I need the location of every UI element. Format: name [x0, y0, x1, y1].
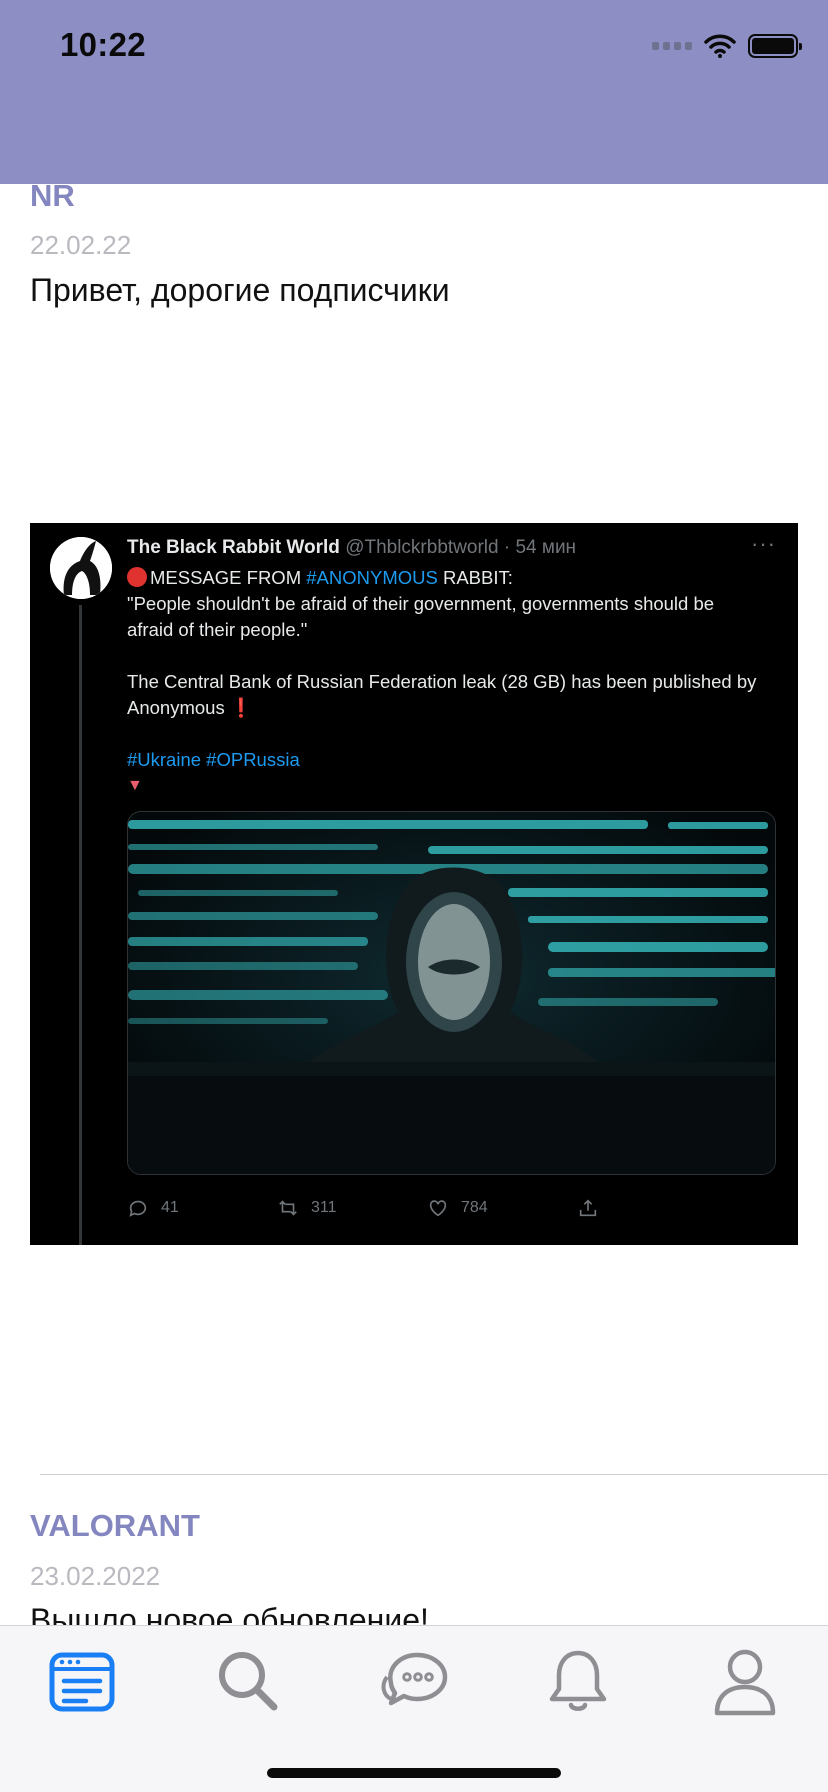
post-image[interactable]: The Black Rabbit World @Thblckrbbtworld …: [30, 523, 798, 1245]
like-action: 784: [427, 1197, 577, 1219]
like-count: 784: [461, 1199, 488, 1216]
profile-icon: [714, 1649, 776, 1716]
exclamation-icon: ❗: [229, 697, 253, 718]
home-indicator[interactable]: [267, 1768, 561, 1778]
down-triangle-icon: ▼: [127, 777, 143, 794]
wifi-icon: [704, 34, 736, 58]
reply-icon: [129, 1200, 147, 1217]
tab-bar: [0, 1625, 828, 1792]
tweet-line: The Central Bank of Russian Federation l…: [127, 671, 757, 692]
tweet-line: afraid of their people.": [127, 619, 308, 640]
retweet-count: 311: [311, 1199, 337, 1216]
tweet-line: Anonymous ❗: [127, 697, 253, 718]
share-action: [577, 1197, 727, 1219]
chat-icon: [381, 1652, 448, 1706]
share-icon: [579, 1199, 597, 1217]
tweet-body: MESSAGE FROM #ANONYMOUS RABBIT: "People …: [127, 565, 787, 799]
tab-news-feed[interactable]: [42, 1641, 122, 1721]
red-circle-icon: [127, 567, 147, 587]
status-bar: 10:22: [0, 0, 828, 184]
status-time: 10:22: [60, 26, 146, 63]
tab-notifications[interactable]: [538, 1641, 618, 1721]
app-screen: NR 22.02.22 Привет, дорогие подписчики T…: [0, 0, 828, 1792]
signal-icon: [652, 42, 692, 50]
post-author[interactable]: VALORANT: [30, 1508, 200, 1544]
tweet-actions: 41 311 784: [127, 1193, 727, 1223]
battery-icon: [748, 34, 802, 58]
retweet-icon: [279, 1200, 297, 1216]
post-divider: [40, 1474, 828, 1475]
post-date: 22.02.22: [30, 230, 132, 260]
status-icons: [652, 34, 802, 58]
tweet-handle: @Thblckrbbtworld · 54 мин: [345, 537, 577, 558]
thread-line: [79, 605, 82, 1245]
tab-search[interactable]: [208, 1641, 288, 1721]
tweet-line: "People shouldn't be afraid of their gov…: [127, 593, 715, 614]
hacker-photo: [127, 811, 776, 1175]
reply-action: 41: [127, 1197, 277, 1219]
post-text: Привет, дорогие подписчики: [30, 272, 450, 308]
news-feed[interactable]: NR 22.02.22 Привет, дорогие подписчики T…: [0, 0, 828, 1625]
bell-icon: [549, 1650, 607, 1711]
reply-count: 41: [161, 1199, 179, 1216]
tweet-line: MESSAGE FROM #ANONYMOUS RABBIT:: [127, 565, 787, 591]
search-icon: [219, 1652, 278, 1711]
tweet-hashtags: #Ukraine #OPRussia: [127, 749, 300, 770]
heart-icon: [429, 1200, 447, 1217]
tab-messages[interactable]: [373, 1641, 453, 1721]
tweet-author-name: The Black Rabbit World: [127, 537, 340, 558]
news-feed-icon: [49, 1652, 115, 1712]
retweet-action: 311: [277, 1197, 427, 1219]
post-text: Вышло новое обновление!: [30, 1602, 429, 1625]
tweet-header: The Black Rabbit World @Thblckrbbtworld …: [127, 537, 576, 559]
more-icon: ···: [751, 531, 776, 556]
rabbit-avatar-icon: [50, 537, 112, 599]
post-date: 23.02.2022: [30, 1561, 161, 1591]
tab-profile[interactable]: [705, 1641, 785, 1721]
